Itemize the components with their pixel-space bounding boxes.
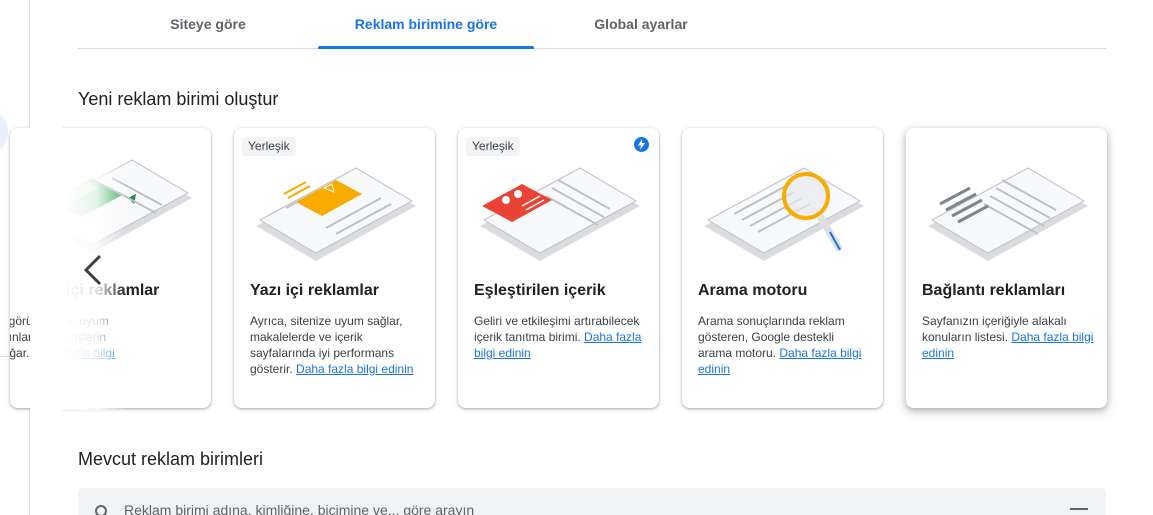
tab-bar: Siteye göre Reklam birimine göre Global … (78, 0, 1106, 49)
tab-by-ad-unit[interactable]: Reklam birimine göre (318, 0, 534, 49)
link-ads-illustration (928, 167, 1088, 261)
card-in-article-ads[interactable]: Yerleşik Yazı içi reklamlar Ayrıca, site… (234, 128, 435, 408)
carousel-mask (30, 120, 62, 420)
search-icon (95, 505, 107, 515)
learn-more-link[interactable]: Daha fazla bilgi edinin (296, 362, 413, 376)
card-title: Yazı içi reklamlar (250, 282, 379, 299)
card-title: Bağlantı reklamları (922, 282, 1066, 299)
built-in-badge: Yerleşik (242, 137, 296, 156)
card-description: Geliri ve etkileşimi artırabilecek içeri… (474, 314, 642, 360)
chevron-left-icon (83, 254, 102, 286)
search-engine-illustration (704, 167, 864, 261)
tab-by-site[interactable]: Siteye göre (96, 0, 320, 48)
filter-icon[interactable] (1070, 508, 1088, 510)
lightning-icon (634, 137, 649, 152)
section-title-existing: Mevcut reklam birimleri (78, 449, 264, 469)
in-article-illustration (256, 167, 416, 261)
carousel-prev-button[interactable] (80, 252, 106, 288)
card-link-ads[interactable]: Bağlantı reklamları Sayfanızın içeriğiyl… (906, 128, 1107, 408)
card-title: Arama motoru (698, 282, 808, 299)
search-input[interactable] (124, 502, 824, 515)
search-bar (78, 488, 1106, 515)
card-description: Sayfanızın içeriğiyle alakalı konuların … (922, 314, 1094, 360)
card-title: Eşleştirilen içerik (474, 282, 606, 299)
built-in-badge: Yerleşik (466, 137, 520, 156)
matched-content-illustration (480, 167, 640, 261)
section-title-create: Yeni reklam birimi oluştur (78, 89, 279, 109)
card-description: Arama sonuçlarında reklam gösteren, Goog… (698, 314, 862, 376)
tab-global-settings[interactable]: Global ayarlar (530, 0, 752, 48)
card-description: Ayrıca, sitenize uyum sağlar, makalelerd… (250, 314, 414, 376)
card-search-engine[interactable]: Arama motoru Arama sonuçlarında reklam g… (682, 128, 883, 408)
card-matched-content[interactable]: Yerleşik Eşleştirilen içerik Geliri ve e… (458, 128, 659, 408)
nav-highlight (0, 112, 8, 152)
